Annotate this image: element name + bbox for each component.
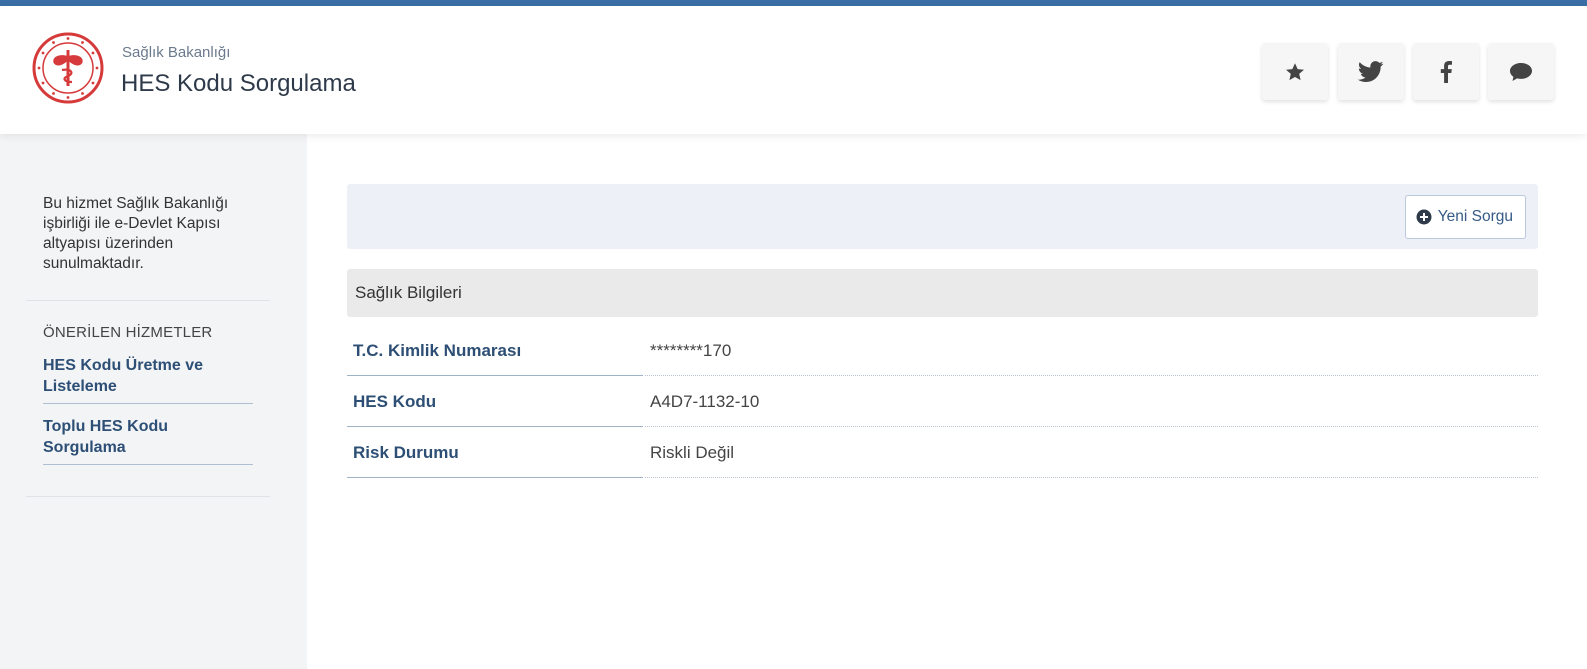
field-row-tc-number: T.C. Kimlik Numarası ********170: [347, 326, 1538, 376]
twitter-button[interactable]: [1338, 43, 1404, 100]
field-row-hes-code: HES Kodu A4D7-1132-10: [347, 377, 1538, 427]
facebook-icon: [1440, 60, 1452, 83]
sidebar: Bu hizmet Sağlık Bakanlığı işbirliği ile…: [0, 134, 307, 669]
twitter-icon: [1358, 60, 1384, 82]
ministry-name: Sağlık Bakanlığı: [122, 44, 231, 61]
facebook-button[interactable]: [1413, 43, 1479, 100]
field-label: HES Kodu: [347, 377, 643, 427]
ministry-logo: [32, 32, 104, 104]
favorite-button[interactable]: [1262, 43, 1328, 100]
field-row-risk-status: Risk Durumu Riskli Değil: [347, 428, 1538, 478]
recommended-services-heading: ÖNERİLEN HİZMETLER: [43, 324, 213, 341]
field-value: Riskli Değil: [645, 428, 1538, 478]
star-icon: [1286, 62, 1304, 80]
section-title: Sağlık Bilgileri: [347, 269, 1538, 317]
plus-circle-icon: [1416, 209, 1432, 225]
sidebar-link-bulk-hes-query[interactable]: Toplu HES Kodu Sorgulama: [43, 416, 253, 465]
field-label: Risk Durumu: [347, 428, 643, 478]
sidebar-divider: [26, 300, 270, 301]
service-note: Bu hizmet Sağlık Bakanlığı işbirliği ile…: [43, 195, 229, 272]
field-value: A4D7-1132-10: [645, 377, 1538, 427]
new-query-label: Yeni Sorgu: [1437, 208, 1513, 225]
new-query-button[interactable]: Yeni Sorgu: [1404, 195, 1526, 239]
page-title: HES Kodu Sorgulama: [121, 70, 356, 97]
comment-button[interactable]: [1488, 43, 1554, 100]
field-label: T.C. Kimlik Numarası: [347, 326, 643, 376]
query-toolbar: Yeni Sorgu: [347, 184, 1538, 249]
sidebar-divider: [26, 496, 270, 497]
header: Sağlık Bakanlığı HES Kodu Sorgulama: [0, 6, 1587, 134]
sidebar-link-hes-generate[interactable]: HES Kodu Üretme ve Listeleme: [43, 355, 253, 404]
comment-icon: [1510, 62, 1532, 81]
field-value: ********170: [645, 326, 1538, 376]
